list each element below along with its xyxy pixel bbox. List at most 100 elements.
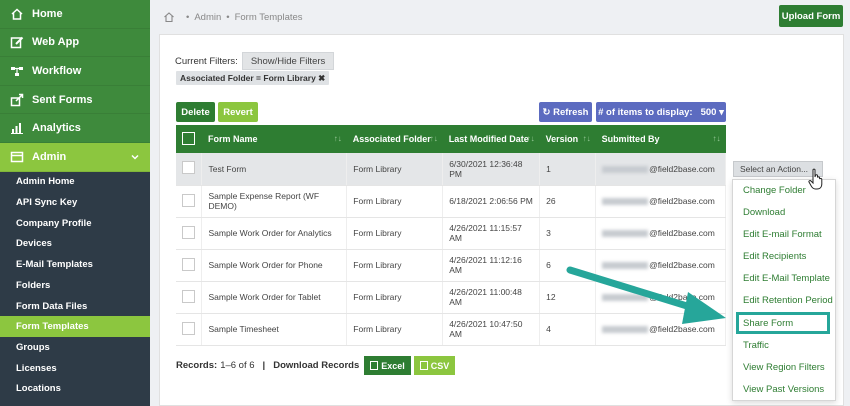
menu-item-edit-recipients[interactable]: Edit Recipients — [743, 251, 806, 262]
csv-download-button[interactable]: CSV — [413, 356, 456, 375]
cell-form-name: Sample Work Order for Phone — [201, 249, 348, 282]
select-all-checkbox[interactable] — [182, 131, 195, 145]
menu-item-edit-email-template[interactable]: Edit E-Mail Template — [743, 273, 830, 284]
row-checkbox[interactable] — [182, 321, 195, 335]
redacted-text — [602, 166, 649, 173]
col-label: Form Name — [207, 134, 258, 144]
col-last-modified[interactable]: Last Modified Date ↑↓ — [442, 125, 540, 153]
menu-item-traffic[interactable]: Traffic — [743, 340, 769, 351]
sort-icon: ↑↓ — [526, 134, 535, 143]
col-submitted-by[interactable]: Submitted By ↑↓ — [595, 125, 726, 153]
csv-label: CSV — [430, 360, 450, 371]
row-checkbox[interactable] — [182, 257, 195, 271]
sidebar-item-workflow[interactable]: Workflow — [0, 57, 150, 86]
sidebar-subitem-devices[interactable]: Devices — [0, 234, 150, 255]
row-checkbox-cell[interactable] — [176, 185, 203, 218]
refresh-button[interactable]: ↻ Refresh — [539, 102, 592, 122]
cell-submitted-by: @field2base.com — [595, 217, 726, 250]
col-version[interactable]: Version ↑↓ — [539, 125, 596, 153]
cell-date: 4/26/2021 11:15:57 AM — [442, 217, 541, 250]
sidebar-subitem-admin-home[interactable]: Admin Home — [0, 172, 150, 193]
cell-form-name: Sample Work Order for Tablet — [201, 281, 348, 314]
menu-item-change-folder[interactable]: Change Folder — [743, 185, 806, 196]
show-hide-filters-button[interactable]: Show/Hide Filters — [241, 52, 335, 70]
row-checkbox-cell[interactable] — [176, 217, 203, 250]
row-checkbox-cell[interactable] — [176, 249, 203, 282]
row-checkbox-cell[interactable] — [176, 313, 203, 346]
home-icon — [10, 7, 24, 21]
sidebar-subitem-form-data-files[interactable]: Form Data Files — [0, 296, 150, 317]
menu-item-edit-retention-period[interactable]: Edit Retention Period — [743, 295, 833, 306]
sidebar-item-label: Admin — [32, 150, 67, 163]
select-all-header[interactable] — [176, 125, 202, 153]
cell-date: 6/30/2021 12:36:48 PM — [442, 153, 541, 186]
sidebar-item-sent-forms[interactable]: Sent Forms — [0, 86, 150, 115]
cell-version: 1 — [539, 153, 597, 186]
cell-date: 4/26/2021 10:47:50 AM — [442, 313, 541, 346]
sidebar-subitem-folders[interactable]: Folders — [0, 275, 150, 296]
cell-version: 3 — [539, 217, 597, 250]
table-row[interactable]: Sample Expense Report (WF DEMO) Form Lib… — [176, 185, 726, 218]
sidebar-main-nav: Home Web App Workflow Sent Forms Analyti… — [0, 0, 150, 172]
items-per-page-value: 500 ▾ — [700, 106, 724, 118]
share-form-highlight — [736, 312, 830, 334]
breadcrumb-admin[interactable]: Admin — [194, 12, 221, 23]
sidebar-subitem-api-sync-key[interactable]: API Sync Key — [0, 192, 150, 213]
sidebar-subitem-company-profile[interactable]: Company Profile — [0, 213, 150, 234]
breadcrumb-separator: • — [186, 11, 190, 23]
items-per-page-select[interactable]: # of items to display: 500 ▾ — [596, 102, 726, 122]
breadcrumb: • Admin • Form Templates — [163, 10, 303, 24]
col-associated-folder[interactable]: Associated Folder ↑↓ — [346, 125, 443, 153]
table-row[interactable]: Test Form Form Library 6/30/2021 12:36:4… — [176, 153, 726, 186]
menu-item-edit-email-format[interactable]: Edit E-mail Format — [743, 229, 822, 240]
home-icon[interactable] — [163, 11, 175, 23]
sidebar-item-analytics[interactable]: Analytics — [0, 114, 150, 143]
delete-button[interactable]: Delete — [176, 102, 215, 122]
sidebar-subitem-locations[interactable]: Locations — [0, 378, 150, 399]
col-form-name[interactable]: Form Name ↑↓ — [201, 125, 347, 153]
row-checkbox[interactable] — [182, 289, 195, 303]
cell-folder: Form Library — [346, 153, 444, 186]
row-checkbox[interactable] — [182, 225, 195, 239]
sidebar-subitem-form-templates[interactable]: Form Templates — [0, 316, 150, 338]
sidebar-item-label: Web App — [32, 36, 80, 49]
excel-file-icon — [370, 361, 379, 370]
sort-icon: ↑↓ — [429, 134, 438, 143]
upload-form-button[interactable]: Upload Form — [779, 5, 843, 27]
row-checkbox[interactable] — [182, 193, 195, 207]
row-checkbox[interactable] — [182, 161, 195, 175]
menu-item-view-region-filters[interactable]: View Region Filters — [743, 362, 825, 373]
sidebar-item-web-app[interactable]: Web App — [0, 29, 150, 58]
cell-folder: Form Library — [346, 217, 444, 250]
table-header-row: Form Name ↑↓ Associated Folder ↑↓ Last Mod… — [176, 125, 726, 153]
cell-form-name: Sample Expense Report (WF DEMO) — [201, 185, 348, 218]
row-checkbox-cell[interactable] — [176, 281, 203, 314]
cell-date: 4/26/2021 11:12:16 AM — [442, 249, 541, 282]
revert-button[interactable]: Revert — [218, 102, 258, 122]
sidebar-item-home[interactable]: Home — [0, 0, 150, 29]
filter-chip[interactable]: Associated Folder = Form Library ✖ — [176, 71, 330, 85]
submitted-domain: @field2base.com — [649, 228, 715, 238]
row-checkbox-cell[interactable] — [176, 153, 203, 186]
menu-item-view-past-versions[interactable]: View Past Versions — [743, 384, 824, 395]
table-row[interactable]: Sample Work Order for Analytics Form Lib… — [176, 217, 726, 250]
sort-icon: ↑↓ — [333, 134, 342, 143]
sidebar: Home Web App Workflow Sent Forms Analyti… — [0, 0, 150, 406]
sidebar-subitem-email-templates[interactable]: E-Mail Templates — [0, 254, 150, 275]
download-records-label: Download Records — [273, 360, 360, 371]
cell-form-name: Test Form — [201, 153, 348, 186]
menu-item-download[interactable]: Download — [743, 207, 785, 218]
workflow-icon — [10, 64, 24, 78]
sidebar-item-admin[interactable]: Admin — [0, 142, 150, 172]
cell-submitted-by: @field2base.com — [595, 185, 726, 218]
submitted-domain: @field2base.com — [649, 196, 715, 206]
sidebar-subitem-licenses[interactable]: Licenses — [0, 358, 150, 379]
cell-form-name: Sample Work Order for Analytics — [201, 217, 348, 250]
records-count: 1–6 of 6 — [220, 360, 255, 371]
sidebar-subitem-groups[interactable]: Groups — [0, 337, 150, 358]
admin-icon — [10, 150, 24, 164]
col-label: Last Modified Date — [448, 134, 529, 144]
col-label: Associated Folder — [352, 134, 431, 144]
excel-download-button[interactable]: Excel — [364, 356, 411, 375]
sidebar-item-label: Workflow — [32, 64, 82, 77]
